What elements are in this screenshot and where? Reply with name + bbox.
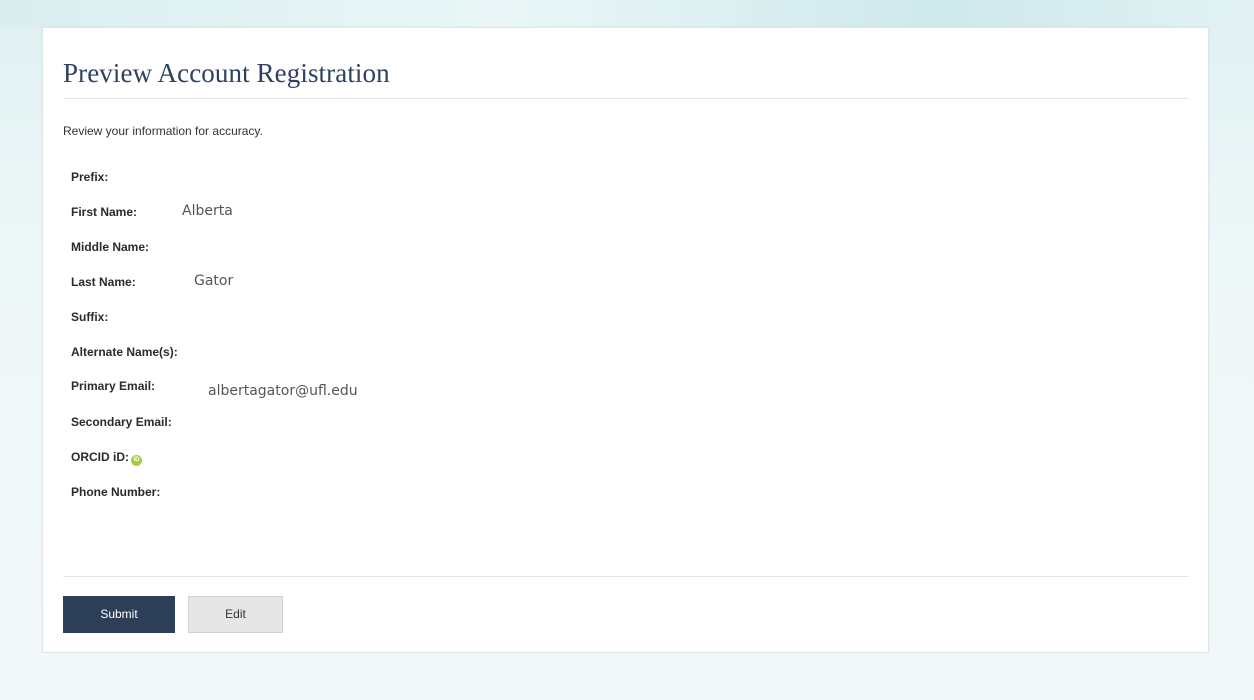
primary-email-label: Primary Email: — [71, 379, 156, 393]
first-name-value: Alberta — [182, 203, 233, 219]
last-name-label: Last Name: — [71, 275, 136, 289]
orcid-label: ORCID iD: iD — [71, 450, 142, 466]
orcid-icon: iD — [131, 455, 142, 466]
account-details-list: Prefix: First Name: Alberta Middle Name:… — [71, 28, 571, 528]
suffix-label: Suffix: — [71, 310, 109, 324]
edit-button[interactable]: Edit — [188, 596, 283, 633]
alternate-names-label: Alternate Name(s): — [71, 345, 178, 359]
submit-button[interactable]: Submit — [63, 596, 175, 633]
actions-divider — [63, 576, 1189, 577]
primary-email-value: albertagator@ufl.edu — [208, 383, 358, 399]
phone-number-label: Phone Number: — [71, 485, 161, 499]
orcid-label-text: ORCID iD: — [71, 450, 129, 464]
page-background-banner — [0, 0, 1254, 28]
prefix-label: Prefix: — [71, 170, 109, 184]
first-name-label: First Name: — [71, 205, 138, 219]
last-name-value: Gator — [194, 273, 234, 289]
registration-preview-panel: Preview Account Registration Review your… — [42, 27, 1209, 653]
middle-name-label: Middle Name: — [71, 240, 150, 254]
secondary-email-label: Secondary Email: — [71, 415, 172, 429]
